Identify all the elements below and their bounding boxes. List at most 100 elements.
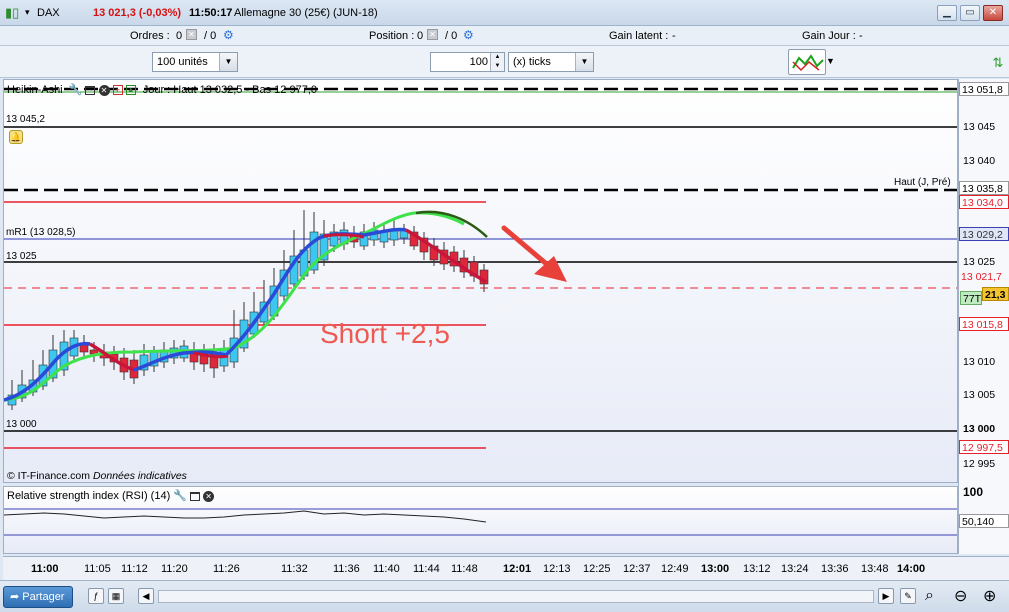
window-icon[interactable] — [85, 85, 96, 95]
tick-13035: 13 035,8 — [959, 181, 1009, 195]
label-13045: 13 045,2 — [6, 114, 45, 125]
scroll-right-icon[interactable]: ▶ — [878, 588, 894, 604]
rsi-value-tag: 50,140 — [959, 514, 1009, 528]
instrument-name: Allemagne 30 (25€) (JUN-18) — [234, 7, 378, 19]
time-tick: 12:13 — [543, 563, 571, 575]
orders-settings-icon[interactable]: ⚙ — [223, 28, 234, 42]
tick-13040: 13 040 — [963, 155, 996, 167]
position-clear-icon[interactable]: ✕ — [427, 29, 438, 40]
time-tick: 13:12 — [743, 563, 771, 575]
tag-77t: 77T — [960, 291, 982, 305]
label-mr1: mR1 (13 028,5) — [6, 227, 76, 238]
rsi-tick-100: 100 — [963, 485, 984, 499]
tick-13051: 13 051,8 — [959, 82, 1009, 96]
tick-13010: 13 010 — [963, 356, 996, 368]
tick-13015: 13 015,8 — [959, 317, 1009, 331]
candles-icon: ▮▯ — [5, 5, 20, 20]
wrench-icon[interactable]: 🔧 — [173, 490, 187, 502]
price-chart[interactable]: Heikin-Ashi 🔧 ✕ + ▲ Jour : Haut 13 032,5… — [3, 79, 958, 483]
current-price-tag: 21,3 — [982, 287, 1009, 301]
ticks-select[interactable]: (x) ticks ▼ — [508, 52, 594, 72]
chevron-down-icon[interactable]: ▼ — [575, 53, 593, 71]
time-tick: 11:26 — [213, 563, 240, 575]
clock-time: 11:50:17 — [189, 7, 233, 19]
price-change: 13 021,3 (-0,03%) — [93, 7, 182, 19]
copyright: © IT-Finance.com Données indicatives — [7, 470, 187, 482]
time-tick: 11:00 — [31, 563, 59, 575]
time-tick: 13:24 — [781, 563, 809, 575]
share-icon: ➦ — [10, 591, 20, 603]
orders-total: / 0 — [204, 30, 217, 42]
time-tick: 11:48 — [451, 563, 478, 575]
time-tick: 11:36 — [333, 563, 360, 575]
bell-icon[interactable]: 🔔 — [9, 130, 23, 144]
strategy-chart-icon — [792, 54, 824, 72]
time-axis[interactable]: 11:00 11:05 11:12 11:20 11:26 11:32 11:36 11:40… — [3, 556, 1009, 580]
window-icon[interactable] — [190, 491, 201, 501]
close-button[interactable]: ✕ — [983, 5, 1003, 21]
rsi-title: Relative strength index (RSI) (14) — [7, 490, 171, 502]
fast-ma-down-1 — [89, 342, 135, 372]
time-tick: 13:36 — [821, 563, 849, 575]
calendar-icon[interactable]: ▦ — [108, 588, 124, 604]
gain-jour-label: Gain Jour : — [802, 30, 856, 42]
units-select-value: 100 unités — [157, 56, 208, 68]
gain-latent-value: - — [672, 30, 676, 42]
dropdown-arrow-icon[interactable]: ▾ — [25, 7, 30, 18]
partager-label: Partager — [22, 591, 65, 603]
symbol-label: DAX — [37, 7, 60, 19]
label-13025: 13 025 — [6, 251, 37, 262]
ticks-select-value: (x) ticks — [513, 56, 551, 68]
time-tick: 11:05 — [84, 563, 111, 575]
rsi-line — [4, 510, 487, 523]
price-axis[interactable]: 13 051,8 13 045 13 040 13 035,8 13 034,0… — [958, 79, 1009, 554]
bottom-toolbar: ➦ Partager ƒ ▦ ◀ ▶ ✎ ⌕ ⊖ ⊕ — [0, 580, 1009, 612]
spinner-icon[interactable]: ▲ ▼ — [490, 53, 504, 71]
close-circle-icon[interactable]: ✕ — [98, 84, 110, 96]
strategy-icon[interactable] — [788, 49, 826, 75]
chevron-down-icon[interactable]: ▼ — [826, 56, 835, 66]
price-chart-canvas — [4, 87, 957, 449]
chevron-down-icon[interactable]: ▼ — [219, 53, 237, 71]
move-up-icon[interactable]: ▲ — [125, 85, 136, 96]
indicator-icon[interactable]: ƒ — [88, 588, 104, 604]
tick-13034: 13 034,0 — [959, 195, 1009, 209]
restore-button[interactable]: ▭ — [960, 5, 980, 21]
orders-clear-icon[interactable]: ✕ — [186, 29, 197, 40]
orders-value: 0 — [176, 30, 183, 42]
gain-latent-label: Gain latent : — [609, 30, 669, 42]
order-toolbar: 100 unités ▼ 100 ▲ ▼ (x) ticks ▼ ▼ ⇅ — [0, 46, 1009, 78]
wrench-icon[interactable]: 🔧 — [69, 84, 83, 96]
copyright-text: © IT-Finance.com — [7, 470, 91, 482]
ticks-input[interactable]: 100 ▲ ▼ — [430, 52, 505, 72]
day-high-low: Jour : Haut 13 032,5 - Bas 12 977,0 — [142, 84, 317, 96]
window-titlebar: ▮▯ ▾ DAX 13 021,3 (-0,03%) 11:50:17 Alle… — [0, 0, 1009, 26]
indicator-name: Heikin-Ashi — [7, 84, 63, 96]
draw-tool-icon[interactable]: ✎ — [900, 588, 916, 604]
rsi-panel[interactable]: Relative strength index (RSI) (14) 🔧 ✕ — [3, 486, 958, 554]
add-icon[interactable]: + — [112, 85, 123, 96]
partager-button[interactable]: ➦ Partager — [3, 586, 73, 608]
zoom-in-icon[interactable]: ⊕ — [983, 586, 996, 606]
scroll-left-icon[interactable]: ◀ — [138, 588, 154, 604]
close-circle-icon[interactable]: ✕ — [203, 490, 215, 502]
short-annotation: Short +2,5 — [320, 318, 450, 349]
time-tick: 11:40 — [373, 563, 400, 575]
horizontal-scrollbar[interactable] — [158, 590, 874, 603]
minimize-button[interactable]: ▁ — [937, 5, 957, 21]
ticks-input-value: 100 — [469, 56, 488, 68]
units-select[interactable]: 100 unités ▼ — [152, 52, 238, 72]
zoom-fit-icon[interactable]: ⌕ — [925, 587, 934, 605]
orders-label: Ordres : — [130, 30, 170, 42]
position-settings-icon[interactable]: ⚙ — [463, 28, 474, 42]
gain-jour-value: - — [859, 30, 863, 42]
time-tick: 11:12 — [121, 563, 148, 575]
time-tick: 14:00 — [897, 563, 926, 575]
refresh-arrows-icon[interactable]: ⇅ — [990, 52, 1006, 74]
position-total: / 0 — [445, 30, 458, 42]
zoom-out-icon[interactable]: ⊖ — [954, 586, 967, 606]
candle-body — [79, 344, 89, 353]
heikin-ashi-candles — [7, 210, 489, 410]
haut-label: Haut (J, Pré) — [894, 177, 951, 188]
tick-13029: 13 029,2 — [959, 227, 1009, 241]
